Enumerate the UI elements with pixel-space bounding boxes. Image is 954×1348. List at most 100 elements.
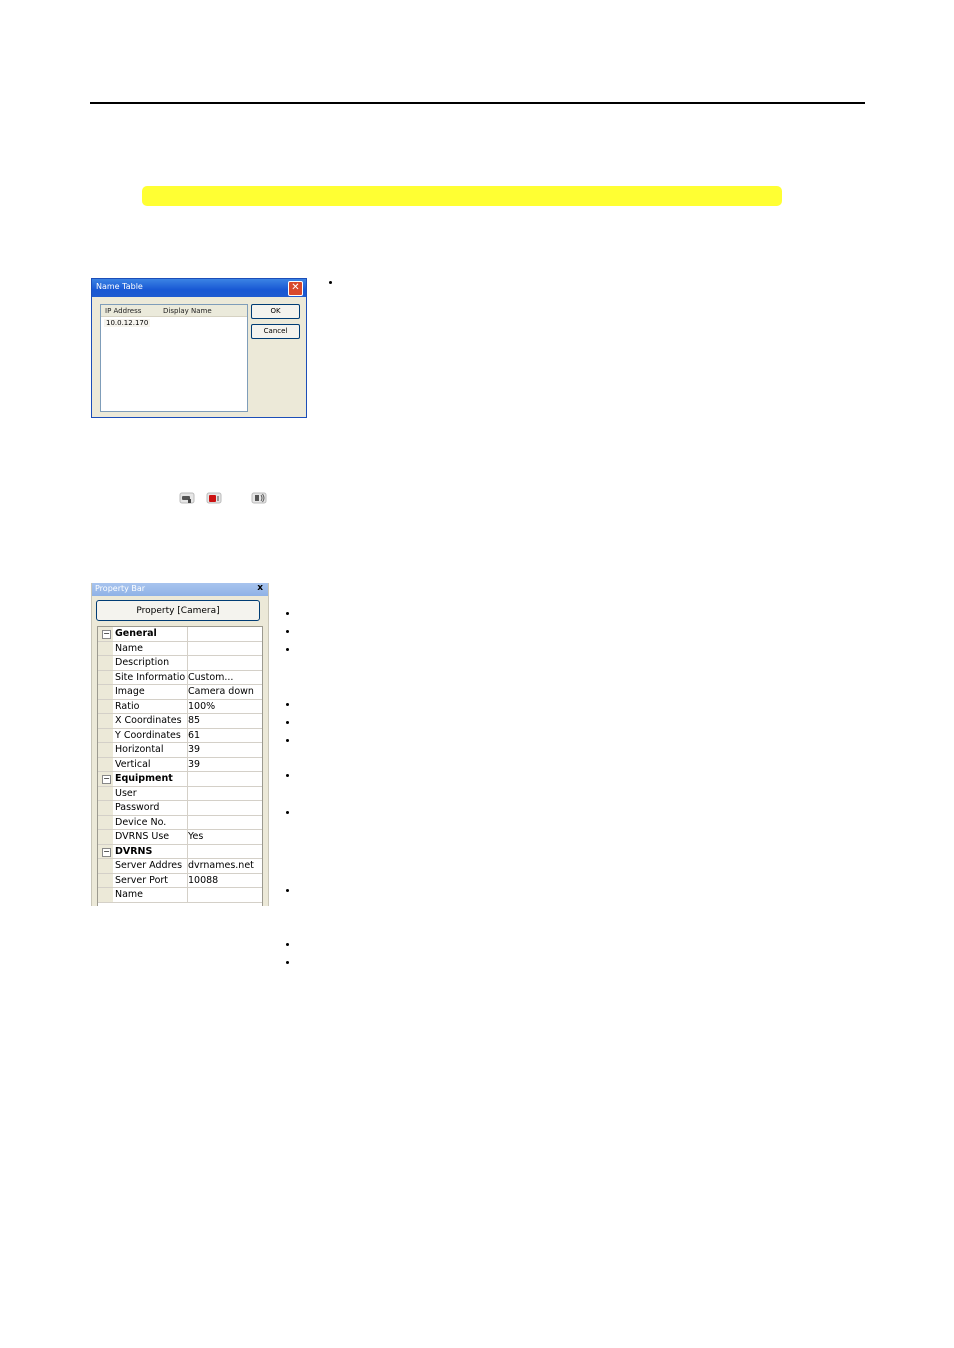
property-row[interactable]: Horizontal 39 [98, 743, 262, 758]
panel-title-bar: Property Bar x [92, 583, 268, 596]
name-table-dialog: Name Table ✕ IP Address Display Name 10.… [91, 278, 307, 418]
property-category-row[interactable]: − Equipment [98, 772, 262, 787]
property-key: Description [115, 657, 170, 668]
row-gutter [98, 786, 113, 800]
header-rule [90, 102, 865, 104]
property-value[interactable]: dvrnames.net [188, 860, 254, 871]
row-gutter [98, 830, 113, 844]
property-key: Server Addres [115, 860, 183, 871]
property-key: X Coordinates [115, 715, 182, 726]
property-value[interactable]: 100% [188, 701, 215, 712]
property-key: Y Coordinates [115, 729, 181, 741]
property-row[interactable]: Image Camera down [98, 685, 262, 700]
row-gutter [98, 859, 113, 873]
property-camera-button[interactable]: Property [Camera] [96, 600, 260, 621]
bullet [286, 612, 289, 615]
close-icon[interactable]: x [257, 583, 263, 593]
row-gutter [98, 699, 113, 713]
property-key: Password [115, 802, 160, 813]
property-key: Vertical [115, 758, 151, 770]
property-value[interactable]: 61 [188, 730, 200, 741]
dialog-title: Name Table [96, 282, 143, 291]
property-key: Server Port [115, 874, 169, 886]
property-value[interactable]: Custom... [188, 672, 233, 683]
column-divider [187, 888, 188, 902]
property-row[interactable]: Name [98, 888, 262, 903]
row-gutter [98, 815, 113, 829]
panel-title: Property Bar [95, 584, 146, 593]
column-divider [187, 815, 188, 829]
property-grid[interactable]: − General Name Description Site Informatio Cu… [97, 626, 263, 906]
bullet [286, 774, 289, 777]
row-gutter [98, 873, 113, 887]
column-header-display-name[interactable]: Display Name [163, 307, 212, 315]
bullet [286, 721, 289, 724]
property-key: Name [115, 642, 144, 654]
dialog-title-bar[interactable]: Name Table ✕ [92, 279, 306, 297]
property-value[interactable]: 39 [188, 759, 200, 770]
property-key: Ratio [115, 700, 140, 712]
collapse-icon[interactable]: − [102, 847, 111, 857]
camera-icon [179, 492, 195, 504]
property-row[interactable]: Server Addres dvrnames.net [98, 859, 262, 874]
column-divider [187, 844, 188, 858]
property-key: Site Informatio [115, 671, 186, 683]
row-gutter [98, 757, 113, 771]
name-list[interactable]: IP Address Display Name 10.0.12.170 [100, 304, 248, 412]
property-category-row[interactable]: − DVRNS [98, 844, 262, 859]
row-gutter [98, 743, 113, 757]
property-row[interactable]: Server Port 10088 [98, 873, 262, 888]
collapse-icon[interactable]: − [102, 775, 111, 784]
property-row[interactable]: Site Informatio Custom... [98, 670, 262, 685]
property-row[interactable]: DVRNS Use Yes [98, 830, 262, 845]
property-value[interactable]: 10088 [188, 875, 218, 886]
property-row[interactable]: Device No. [98, 815, 262, 830]
row-gutter [98, 656, 113, 670]
row-gutter [98, 728, 113, 742]
close-icon[interactable]: ✕ [288, 281, 303, 296]
row-gutter [98, 670, 113, 684]
bullet [329, 281, 332, 284]
bullet [286, 703, 289, 706]
property-value[interactable]: Yes [188, 831, 203, 842]
alarm-sensor-icon [206, 492, 222, 504]
property-key: Equipment [115, 773, 173, 784]
column-divider [187, 656, 188, 670]
row-gutter [98, 641, 113, 655]
property-row[interactable]: Vertical 39 [98, 757, 262, 772]
property-key: DVRNS Use [115, 831, 170, 842]
property-row[interactable]: User [98, 786, 262, 801]
ok-button[interactable]: OK [251, 304, 300, 319]
property-key: General [115, 628, 157, 639]
property-value[interactable]: 39 [188, 744, 200, 755]
column-divider [187, 801, 188, 815]
column-divider [187, 772, 188, 786]
property-key: Name [115, 889, 144, 900]
property-row[interactable]: Password [98, 801, 262, 816]
property-row[interactable]: X Coordinates 85 [98, 714, 262, 729]
property-key: Horizontal [115, 744, 164, 755]
list-item[interactable]: 10.0.12.170 [104, 319, 151, 327]
column-divider [187, 641, 188, 655]
bullet [286, 943, 289, 946]
collapse-icon[interactable]: − [102, 630, 111, 639]
bullet [286, 961, 289, 964]
row-gutter [98, 685, 113, 699]
property-row[interactable]: Name [98, 641, 262, 656]
bullet [286, 811, 289, 814]
property-category-row[interactable]: − General [98, 627, 262, 642]
column-header-ip[interactable]: IP Address [105, 307, 141, 315]
column-divider [187, 627, 188, 641]
cancel-button[interactable]: Cancel [251, 324, 300, 339]
speaker-icon [251, 492, 267, 504]
row-gutter [98, 801, 113, 815]
property-key: User [115, 787, 137, 799]
property-row[interactable]: Description [98, 656, 262, 671]
property-value[interactable]: 85 [188, 715, 200, 726]
bullet [286, 739, 289, 742]
list-header: IP Address Display Name [101, 305, 247, 317]
property-row[interactable]: Y Coordinates 61 [98, 728, 262, 743]
property-row[interactable]: Ratio 100% [98, 699, 262, 714]
row-gutter [98, 714, 113, 728]
property-value[interactable]: Camera down [188, 686, 254, 697]
